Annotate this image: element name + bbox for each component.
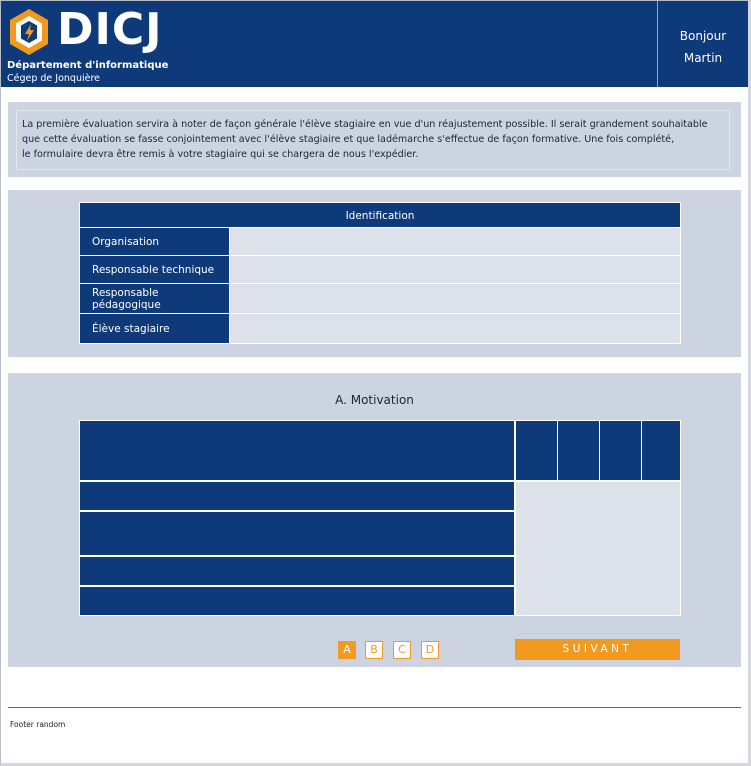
eleve-stagiaire-label: Élève stagiaire	[80, 314, 229, 344]
footer-divider	[8, 707, 741, 708]
criteria-row	[79, 511, 515, 556]
criteria-row	[79, 481, 515, 511]
identification-row: Élève stagiaire	[79, 314, 681, 344]
organisation-label: Organisation	[80, 228, 229, 256]
identification-row: Responsable technique	[79, 256, 681, 284]
footer-text: Footer random	[10, 720, 66, 729]
greeting-username: Martin	[683, 51, 723, 65]
responsable-technique-label: Responsable technique	[80, 256, 229, 284]
intro-line: le formulaire devra être remis à votre s…	[22, 149, 419, 160]
page-button-c[interactable]: C	[393, 641, 411, 659]
identification-table: Identification Organisation Responsable …	[79, 202, 681, 344]
responsable-technique-field[interactable]	[229, 256, 681, 284]
criteria-row	[79, 556, 515, 586]
page-button-b[interactable]: B	[365, 641, 383, 659]
responsable-pedagogique-field[interactable]	[229, 284, 681, 314]
intro-panel: La première évaluation servira à noter d…	[8, 102, 741, 177]
dicj-logo[interactable]: DICJ Département d'informatique Cégep de…	[7, 4, 169, 85]
identification-panel: Identification Organisation Responsable …	[8, 190, 741, 357]
rating-area[interactable]	[515, 481, 681, 616]
identification-row: Responsable pédagogique	[79, 284, 681, 314]
intro-line: La première évaluation servira à noter d…	[22, 119, 708, 130]
logo-department: Département d'informatique	[7, 60, 169, 71]
intro-text: La première évaluation servira à noter d…	[16, 110, 730, 170]
rating-column-header	[599, 420, 642, 481]
intro-line: que cette évaluation se fasse conjointem…	[22, 134, 675, 145]
motivation-title: A. Motivation	[335, 393, 414, 407]
motivation-panel: A. Motivation A B C D SUIVANT	[8, 373, 741, 667]
logo-college: Cégep de Jonquière	[7, 73, 101, 84]
organisation-field[interactable]	[229, 228, 681, 256]
page-button-d[interactable]: D	[421, 641, 439, 659]
identification-row: Organisation	[79, 228, 681, 256]
rating-column-header	[515, 420, 558, 481]
responsable-pedagogique-label: Responsable pédagogique	[80, 284, 229, 314]
greeting-hello: Bonjour	[679, 29, 727, 43]
eleve-stagiaire-field[interactable]	[229, 314, 681, 344]
identification-title: Identification	[79, 202, 681, 228]
logo-wordmark: DICJ	[57, 4, 163, 55]
site-header: DICJ Département d'informatique Cégep de…	[1, 1, 748, 87]
criteria-header	[79, 420, 515, 481]
motivation-grid	[79, 420, 681, 616]
user-greeting: Bonjour Martin	[658, 25, 748, 69]
criteria-row	[79, 586, 515, 616]
next-button[interactable]: SUIVANT	[515, 639, 680, 660]
rating-column-header	[641, 420, 681, 481]
dicj-hexagon-icon	[10, 9, 48, 55]
rating-column-header	[557, 420, 600, 481]
page-button-a[interactable]: A	[338, 641, 356, 659]
